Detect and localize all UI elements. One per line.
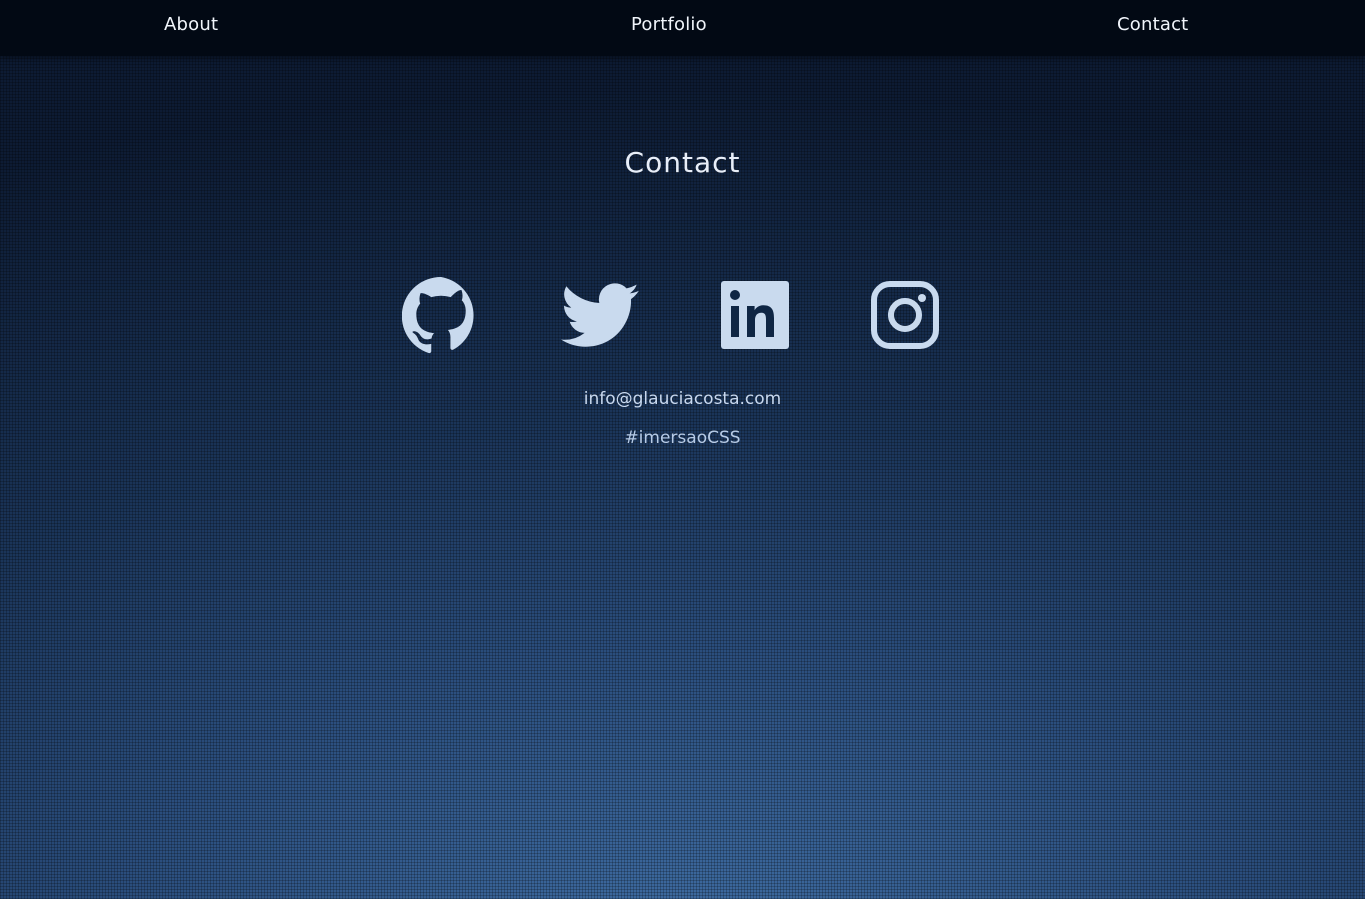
social-links: [0, 276, 1365, 354]
contact-title: Contact: [624, 146, 741, 179]
nav-link-about[interactable]: About: [164, 14, 218, 35]
nav-link-contact[interactable]: Contact: [1117, 14, 1188, 35]
email-link[interactable]: info@glauciacosta.com: [0, 389, 1365, 409]
twitter-icon: [561, 283, 639, 347]
instagram-link[interactable]: [866, 276, 944, 354]
nav-link-portfolio[interactable]: Portfolio: [631, 14, 707, 35]
linkedin-link[interactable]: [716, 276, 794, 354]
github-icon: [402, 276, 474, 354]
top-nav: About Portfolio Contact: [0, 0, 1365, 56]
hashtag-text: #imersaoCSS: [624, 428, 741, 448]
linkedin-icon: [721, 281, 789, 349]
twitter-link[interactable]: [561, 276, 639, 354]
github-link[interactable]: [402, 276, 480, 354]
instagram-icon: [871, 281, 939, 349]
